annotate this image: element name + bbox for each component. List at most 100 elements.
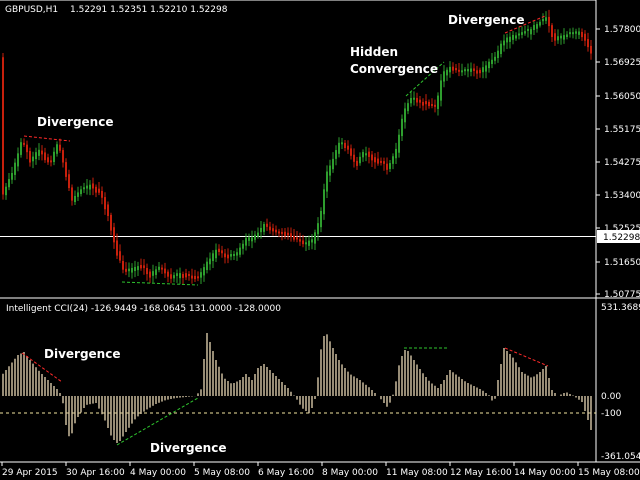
candle-body xyxy=(248,237,250,241)
price-axis-label: 1.53400 xyxy=(604,191,640,201)
candle-body xyxy=(203,267,205,276)
candle-body xyxy=(260,227,262,233)
candle-body xyxy=(251,237,253,242)
candle-body xyxy=(176,273,178,277)
time-axis: 29 Apr 2015 30 Apr 16:00 4 May 00:00 5 May … xyxy=(1,462,640,478)
candle-body xyxy=(47,157,49,163)
candle-body xyxy=(149,271,151,278)
candle-body xyxy=(332,158,334,170)
candle-body xyxy=(464,69,466,72)
candle-body xyxy=(371,154,373,161)
candle-body xyxy=(362,152,364,158)
candle-body xyxy=(515,35,517,39)
chart-window[interactable]: 1.57800 1.56925 1.56050 1.55175 1.54275 1.534… xyxy=(0,0,640,480)
divergence-annotation-right: Divergence xyxy=(448,13,524,27)
time-axis-label: 5 May 08:00 xyxy=(194,468,250,478)
candle-body xyxy=(470,68,472,72)
candle-body xyxy=(569,32,571,35)
candle-body xyxy=(53,151,55,162)
candle-body xyxy=(2,57,4,195)
hidden-convergence-annotation-line1: Hidden xyxy=(350,45,398,59)
candle-body xyxy=(23,142,25,145)
candle-body xyxy=(221,250,223,254)
candle-body xyxy=(167,271,169,277)
candle-body xyxy=(401,118,403,137)
candle-body xyxy=(191,275,193,279)
candle-body xyxy=(392,156,394,164)
candle-body xyxy=(422,101,424,106)
candle-body xyxy=(494,56,496,61)
candle-body xyxy=(5,186,7,196)
candle-body xyxy=(32,156,34,162)
candle-body xyxy=(572,32,574,35)
candle-body xyxy=(476,70,478,74)
candle-body xyxy=(158,266,160,270)
candle-body xyxy=(62,150,64,163)
candle-body xyxy=(35,152,37,160)
indicator-panel[interactable]: Intelligent CCI(24) -126.9449 -168.0645 … xyxy=(0,298,640,463)
candle-body xyxy=(257,232,259,237)
time-axis-label: 11 May 08:00 xyxy=(386,468,448,478)
candle-body xyxy=(443,71,445,82)
candle-body xyxy=(428,101,430,107)
candle-body xyxy=(509,36,511,42)
candle-body xyxy=(446,69,448,76)
candle-body xyxy=(365,153,367,156)
candle-body xyxy=(134,266,136,271)
divergence-line-price-left xyxy=(23,135,71,142)
candle-body xyxy=(533,25,535,30)
candle-body xyxy=(59,144,61,151)
candle-body xyxy=(326,171,328,192)
candle-body xyxy=(518,33,520,36)
price-panel[interactable]: 1.57800 1.56925 1.56050 1.55175 1.54275 1.534… xyxy=(0,0,640,300)
candle-body xyxy=(287,232,289,236)
candle-body xyxy=(74,195,76,203)
candle-body xyxy=(557,36,559,41)
candle-body xyxy=(347,145,349,150)
candle-body xyxy=(329,165,331,176)
candle-body xyxy=(140,264,142,269)
candle-body xyxy=(185,273,187,278)
candle-body xyxy=(338,142,340,154)
candle-body xyxy=(233,253,235,256)
divergence-annotation-cci-lower: Divergence xyxy=(150,441,226,455)
candle-body xyxy=(395,148,397,159)
candle-body xyxy=(170,274,172,279)
price-axis: 1.57800 1.56925 1.56050 1.55175 1.54275 1.534… xyxy=(596,25,640,300)
candle-body xyxy=(50,160,52,163)
candle-body xyxy=(290,233,292,237)
candle-body xyxy=(590,45,592,54)
time-axis-label: 8 May 00:00 xyxy=(322,468,378,478)
candle-body xyxy=(131,267,133,273)
candle-body xyxy=(83,187,85,190)
candle-body xyxy=(137,266,139,271)
candle-body xyxy=(98,188,100,193)
candle-body xyxy=(284,231,286,236)
candle-body xyxy=(548,16,550,27)
candle-body xyxy=(341,142,343,145)
candle-body xyxy=(431,104,433,107)
candle-body xyxy=(269,226,271,231)
time-axis-label: 12 May 16:00 xyxy=(450,468,512,478)
chart-svg[interactable]: 1.57800 1.56925 1.56050 1.55175 1.54275 1.534… xyxy=(0,0,640,480)
candle-body xyxy=(503,40,505,46)
candle-body xyxy=(230,254,232,257)
candle-body xyxy=(107,204,109,216)
candle-body xyxy=(143,265,145,269)
candle-body xyxy=(455,68,457,71)
candle-body xyxy=(521,32,523,35)
candle-body xyxy=(587,39,589,48)
candle-body xyxy=(482,67,484,73)
divergence-line-cci-right xyxy=(504,347,549,367)
price-axis-label: 1.56050 xyxy=(604,92,640,102)
price-axis-label: 1.55175 xyxy=(604,125,640,135)
candle-body xyxy=(11,173,13,180)
candle-body xyxy=(416,97,418,103)
candle-body xyxy=(242,243,244,249)
candle-body xyxy=(458,69,460,72)
candle-body xyxy=(206,261,208,271)
time-axis-label: 6 May 16:00 xyxy=(258,468,314,478)
candle-body xyxy=(308,240,310,246)
candle-body xyxy=(26,144,28,153)
candle-body xyxy=(575,31,577,34)
